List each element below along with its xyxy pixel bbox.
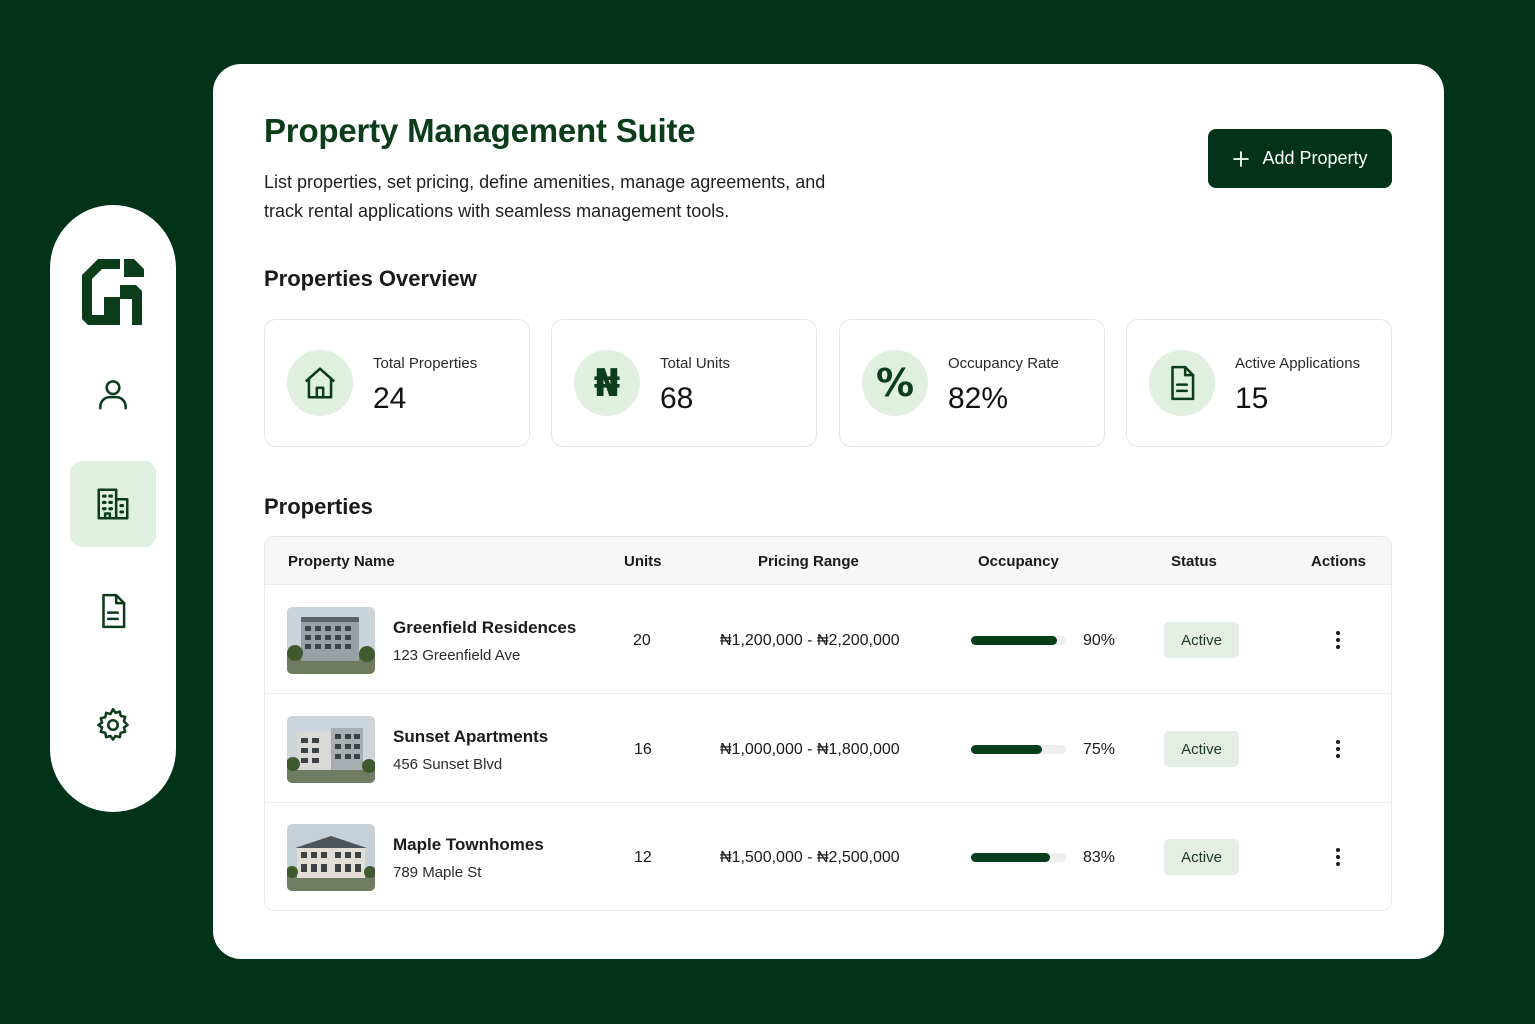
property-name[interactable]: Greenfield Residences bbox=[393, 618, 576, 638]
status-badge: Active bbox=[1164, 622, 1239, 658]
column-header: Actions bbox=[1311, 553, 1367, 570]
naira-icon: ₦ bbox=[574, 350, 640, 416]
occupancy-value: 75% bbox=[1083, 741, 1116, 758]
building-icon bbox=[97, 488, 129, 520]
occupancy-value: 90% bbox=[1083, 632, 1116, 649]
column-header: Units bbox=[624, 553, 662, 570]
properties-table: Property Name Units Pricing Range Occupa… bbox=[264, 536, 1392, 911]
property-address: 789 Maple St bbox=[393, 864, 482, 881]
stat-label: Active Applications bbox=[1235, 355, 1361, 372]
table-row[interactable]: Maple Townhomes 789 Maple St 12 ₦1,500,0… bbox=[265, 803, 1391, 910]
stat-label: Total Units bbox=[660, 355, 731, 372]
property-name[interactable]: Sunset Apartments bbox=[393, 727, 548, 747]
sidebar-item-documents[interactable] bbox=[70, 568, 156, 654]
status-badge: Active bbox=[1164, 731, 1239, 767]
sidebar bbox=[50, 205, 176, 812]
property-name[interactable]: Maple Townhomes bbox=[393, 835, 544, 855]
property-address: 123 Greenfield Ave bbox=[393, 647, 521, 664]
occupancy-bar bbox=[971, 853, 1066, 862]
stat-card-occupancy-rate: % Occupancy Rate 82% bbox=[839, 319, 1105, 447]
overview-title: Properties Overview bbox=[264, 266, 477, 291]
occupancy-bar bbox=[971, 745, 1066, 754]
user-icon bbox=[99, 380, 127, 410]
row-actions-button[interactable] bbox=[1325, 626, 1351, 654]
column-header: Status bbox=[1171, 553, 1217, 570]
sidebar-item-properties[interactable] bbox=[70, 461, 156, 547]
sidebar-item-profile[interactable] bbox=[70, 351, 156, 437]
properties-title: Properties bbox=[264, 494, 373, 519]
settings-icon bbox=[97, 707, 129, 741]
pricing-cell: ₦1,500,000 - ₦2,500,000 bbox=[720, 849, 900, 866]
pricing-cell: ₦1,200,000 - ₦2,200,000 bbox=[720, 632, 900, 649]
brand-logo[interactable] bbox=[80, 255, 146, 327]
table-row[interactable]: Sunset Apartments 456 Sunset Blvd 16 ₦1,… bbox=[265, 695, 1391, 803]
house-icon bbox=[287, 350, 353, 416]
occupancy-bar bbox=[971, 636, 1066, 645]
stat-value: 24 bbox=[373, 382, 407, 415]
page-title: Property Management Suite bbox=[264, 112, 696, 149]
document-icon bbox=[102, 593, 126, 629]
units-cell: 12 bbox=[634, 849, 652, 866]
add-property-button[interactable]: Add Property bbox=[1208, 129, 1392, 188]
stat-value: 82% bbox=[948, 382, 1009, 415]
pricing-cell: ₦1,000,000 - ₦1,800,000 bbox=[720, 741, 900, 758]
sidebar-item-settings[interactable] bbox=[70, 682, 156, 768]
row-actions-button[interactable] bbox=[1325, 843, 1351, 871]
row-actions-button[interactable] bbox=[1325, 735, 1351, 763]
units-cell: 20 bbox=[633, 632, 651, 649]
occupancy-value: 83% bbox=[1083, 849, 1116, 866]
property-thumbnail bbox=[287, 824, 375, 891]
table-row[interactable]: Greenfield Residences 123 Greenfield Ave… bbox=[265, 586, 1391, 694]
percent-icon: % bbox=[862, 350, 928, 416]
property-thumbnail bbox=[287, 716, 375, 783]
stat-card-total-properties: Total Properties 24 bbox=[264, 319, 530, 447]
main-panel: Property Management Suite List propertie… bbox=[213, 64, 1444, 959]
page-description: List properties, set pricing, define ame… bbox=[264, 172, 826, 221]
units-cell: 16 bbox=[634, 741, 652, 758]
status-badge: Active bbox=[1164, 839, 1239, 875]
stat-label: Occupancy Rate bbox=[948, 355, 1059, 372]
add-property-label: Add Property bbox=[1262, 148, 1368, 168]
column-header: Occupancy bbox=[978, 553, 1059, 570]
table-header: Property Name Units Pricing Range Occupa… bbox=[265, 537, 1391, 585]
stat-card-total-units: ₦ Total Units 68 bbox=[551, 319, 817, 447]
more-vertical-icon bbox=[1336, 740, 1340, 758]
more-vertical-icon bbox=[1336, 848, 1340, 866]
document-icon bbox=[1149, 350, 1215, 416]
more-vertical-icon bbox=[1336, 631, 1340, 649]
stat-label: Total Properties bbox=[373, 355, 478, 372]
stat-value: 15 bbox=[1235, 382, 1269, 415]
property-address: 456 Sunset Blvd bbox=[393, 756, 503, 773]
stat-value: 68 bbox=[660, 382, 694, 415]
column-header: Pricing Range bbox=[758, 553, 859, 570]
stat-card-active-applications: Active Applications 15 bbox=[1126, 319, 1392, 447]
property-thumbnail bbox=[287, 607, 375, 674]
column-header: Property Name bbox=[288, 553, 395, 570]
plus-icon bbox=[1233, 150, 1250, 167]
